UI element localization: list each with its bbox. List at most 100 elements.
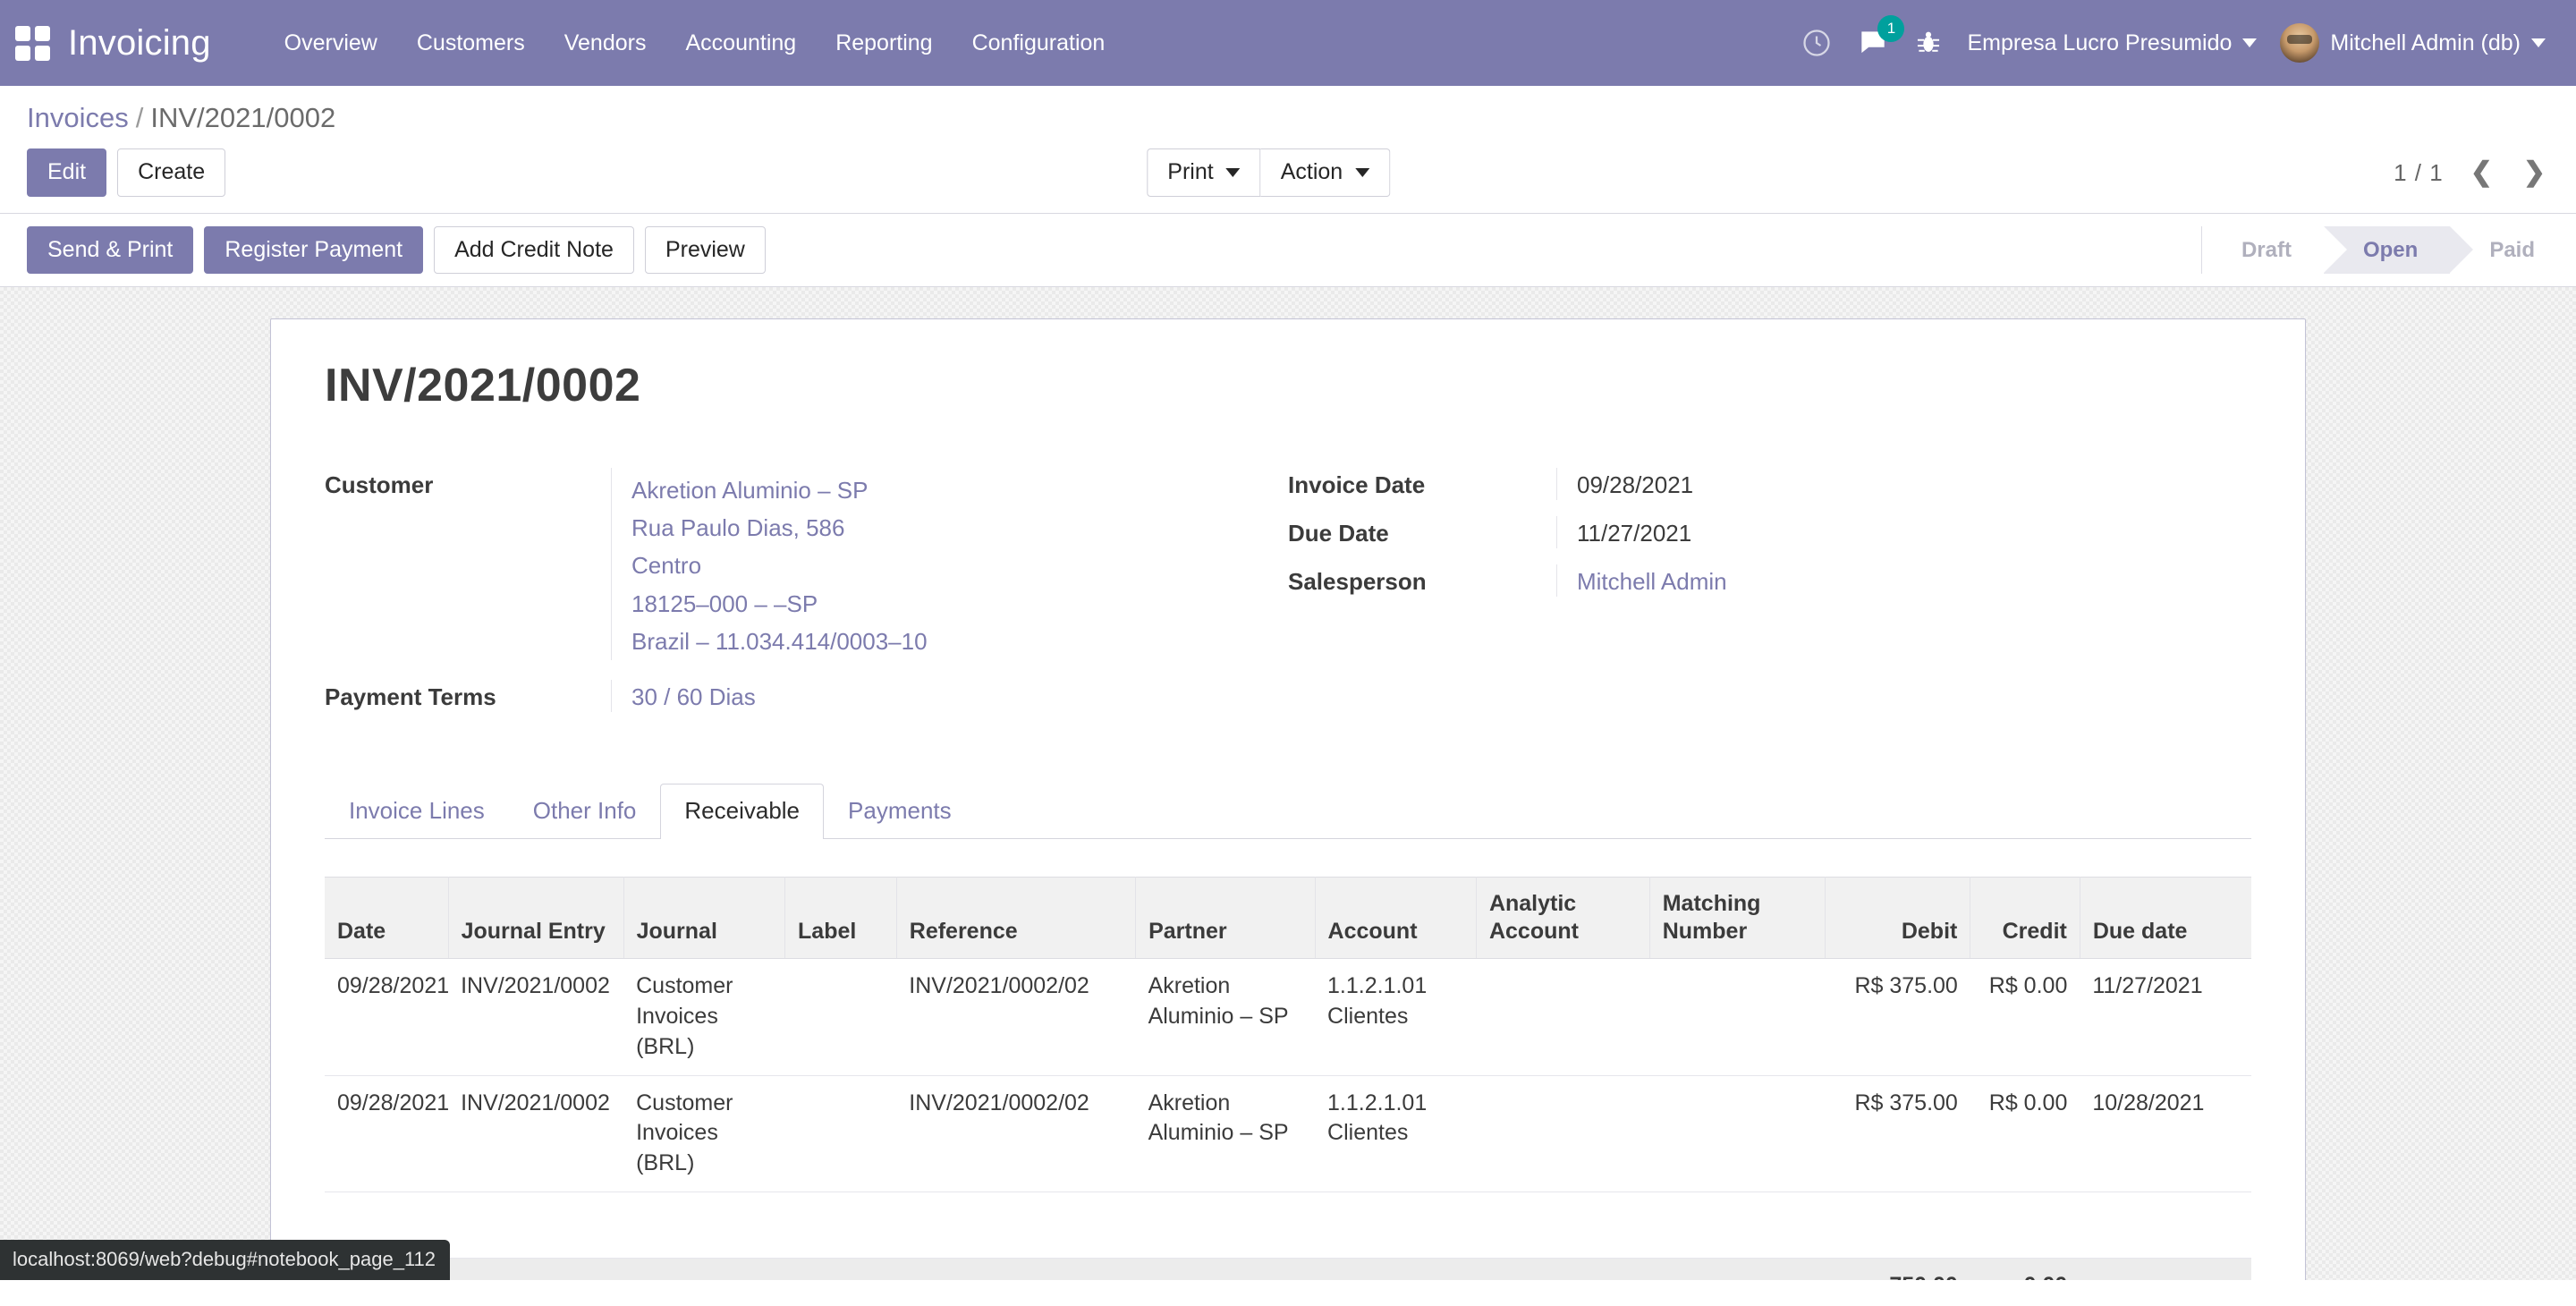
field-customer-label: Customer xyxy=(325,471,434,499)
cell-analytic-account xyxy=(1476,1075,1650,1192)
dropdown-button-group: Print Action xyxy=(1147,148,1391,197)
form-content-area: INV/2021/0002 Customer Akretion Aluminio… xyxy=(0,287,2576,1281)
customer-zip-state[interactable]: 18125–000 – –SP xyxy=(631,585,1288,623)
stage-draft[interactable]: Draft xyxy=(2202,226,2324,274)
cell-credit: R$ 0.00 xyxy=(1970,1075,2080,1192)
clock-icon[interactable] xyxy=(1801,27,1833,59)
cell-debit: R$ 375.00 xyxy=(1825,1075,1970,1192)
col-matching-number[interactable]: Matching Number xyxy=(1649,876,1826,960)
record-buttons: Edit Create xyxy=(27,148,226,197)
customer-district[interactable]: Centro xyxy=(631,547,1288,584)
form-info-grid: Customer Akretion Aluminio – SP Rua Paul… xyxy=(325,468,2251,728)
field-salesperson: Salesperson Mitchell Admin xyxy=(1288,564,2251,607)
top-navbar: Invoicing Overview Customers Vendors Acc… xyxy=(0,0,2576,86)
preview-button[interactable]: Preview xyxy=(644,226,766,275)
app-brand-title[interactable]: Invoicing xyxy=(68,23,211,64)
col-journal-entry[interactable]: Journal Entry xyxy=(448,876,624,960)
action-dropdown-button[interactable]: Action xyxy=(1260,148,1391,197)
edit-button[interactable]: Edit xyxy=(27,148,107,197)
pager-previous-icon[interactable]: ❮ xyxy=(2467,159,2496,186)
page-title: INV/2021/0002 xyxy=(325,360,641,412)
col-debit[interactable]: Debit xyxy=(1825,876,1971,960)
col-due-date[interactable]: Due date xyxy=(2080,876,2251,960)
control-panel: Invoices / INV/2021/0002 Edit Create Pri… xyxy=(0,86,2576,214)
cell-journal-entry: INV/2021/0002 xyxy=(448,958,624,1076)
tab-receivable[interactable]: Receivable xyxy=(660,783,825,839)
field-due-date-value[interactable]: 11/27/2021 xyxy=(1556,516,2251,549)
table-row[interactable]: 09/28/2021 INV/2021/0002 Customer Invoic… xyxy=(325,958,2251,1076)
tab-other-info[interactable]: Other Info xyxy=(509,784,661,839)
add-credit-note-button[interactable]: Add Credit Note xyxy=(434,226,634,275)
customer-name[interactable]: Akretion Aluminio – SP xyxy=(631,471,1288,509)
pager-next-icon[interactable]: ❯ xyxy=(2520,159,2549,186)
register-payment-button[interactable]: Register Payment xyxy=(204,226,424,275)
main-menu: Overview Customers Vendors Accounting Re… xyxy=(265,21,1125,65)
chevron-down-icon xyxy=(2531,38,2546,47)
customer-street[interactable]: Rua Paulo Dias, 586 xyxy=(631,509,1288,547)
menu-item-reporting[interactable]: Reporting xyxy=(816,21,952,65)
tab-invoice-lines[interactable]: Invoice Lines xyxy=(325,784,509,839)
customer-country-vat[interactable]: Brazil – 11.034.414/0003–10 xyxy=(631,623,1288,660)
breadcrumb-invoices-link[interactable]: Invoices xyxy=(27,102,129,134)
field-invoice-date-label: Invoice Date xyxy=(1288,471,1426,499)
print-dropdown-button[interactable]: Print xyxy=(1147,148,1261,197)
tab-payments[interactable]: Payments xyxy=(824,784,976,839)
send-and-print-button[interactable]: Send & Print xyxy=(27,226,194,275)
cell-journal: Customer Invoices (BRL) xyxy=(623,1075,785,1192)
field-payment-terms-value[interactable]: 30 / 60 Dias xyxy=(611,679,1288,712)
create-button[interactable]: Create xyxy=(117,148,226,197)
form-sheet: INV/2021/0002 Customer Akretion Aluminio… xyxy=(270,318,2306,1281)
col-date[interactable]: Date xyxy=(325,876,449,960)
col-credit[interactable]: Credit xyxy=(1970,876,2080,960)
col-reference[interactable]: Reference xyxy=(896,876,1137,960)
field-salesperson-value[interactable]: Mitchell Admin xyxy=(1556,564,2251,598)
user-menu[interactable]: Mitchell Admin (db) xyxy=(2280,23,2546,63)
cell-debit: R$ 375.00 xyxy=(1825,958,1970,1076)
menu-item-customers[interactable]: Customers xyxy=(397,21,545,65)
print-dropdown-label: Print xyxy=(1167,159,1214,185)
messages-count-badge: 1 xyxy=(1877,15,1905,42)
menu-item-accounting[interactable]: Accounting xyxy=(665,21,816,65)
company-switcher[interactable]: Empresa Lucro Presumido xyxy=(1967,30,2258,56)
table-row-empty[interactable] xyxy=(325,1192,2251,1259)
col-analytic-account[interactable]: Analytic Account xyxy=(1476,876,1650,960)
cell-due-date: 11/27/2021 xyxy=(2080,958,2251,1076)
menu-item-vendors[interactable]: Vendors xyxy=(545,21,666,65)
avatar xyxy=(2280,23,2320,63)
cell-reference: INV/2021/0002/02 xyxy=(896,958,1136,1076)
field-payment-terms: Payment Terms 30 / 60 Dias xyxy=(325,679,1288,723)
breadcrumb: Invoices / INV/2021/0002 xyxy=(27,102,2549,134)
bug-icon[interactable] xyxy=(1913,28,1944,58)
field-salesperson-label: Salesperson xyxy=(1288,568,1427,596)
status-bar: Send & Print Register Payment Add Credit… xyxy=(0,214,2576,288)
col-account[interactable]: Account xyxy=(1315,876,1477,960)
cell-partner: Akretion Aluminio – SP xyxy=(1135,1075,1316,1192)
cell-date: 09/28/2021 xyxy=(325,958,449,1076)
col-journal[interactable]: Journal xyxy=(623,876,786,960)
cell-account: 1.1.2.1.01 Clientes xyxy=(1315,958,1477,1076)
field-customer-value[interactable]: Akretion Aluminio – SP Rua Paulo Dias, 5… xyxy=(611,468,1288,660)
stage-open[interactable]: Open xyxy=(2323,226,2474,275)
cell-credit: R$ 0.00 xyxy=(1970,958,2080,1076)
table-row[interactable]: 09/28/2021 INV/2021/0002 Customer Invoic… xyxy=(325,1075,2251,1192)
col-label[interactable]: Label xyxy=(784,876,897,960)
cell-due-date: 10/28/2021 xyxy=(2080,1075,2251,1192)
totals-trailing xyxy=(2080,1257,2251,1281)
col-partner[interactable]: Partner xyxy=(1135,876,1316,960)
action-dropdown-label: Action xyxy=(1280,159,1343,185)
field-due-date: Due Date 11/27/2021 xyxy=(1288,516,2251,559)
field-invoice-date-value[interactable]: 09/28/2021 xyxy=(1556,468,2251,501)
menu-item-overview[interactable]: Overview xyxy=(265,21,397,65)
cell-partner: Akretion Aluminio – SP xyxy=(1135,958,1316,1076)
totals-credit: 0.00 xyxy=(1970,1257,2080,1281)
menu-item-configuration[interactable]: Configuration xyxy=(953,21,1125,65)
status-pipeline: Draft Open Paid xyxy=(2200,226,2576,275)
apps-grid-icon[interactable] xyxy=(13,23,52,63)
cell-empty xyxy=(325,1192,2251,1259)
totals-spacer xyxy=(325,1257,1826,1281)
workflow-buttons: Send & Print Register Payment Add Credit… xyxy=(27,226,766,275)
cell-label xyxy=(784,1075,897,1192)
chevron-down-icon xyxy=(2242,38,2258,47)
cell-journal: Customer Invoices (BRL) xyxy=(623,958,785,1076)
chat-icon[interactable]: 1 xyxy=(1856,15,1905,60)
